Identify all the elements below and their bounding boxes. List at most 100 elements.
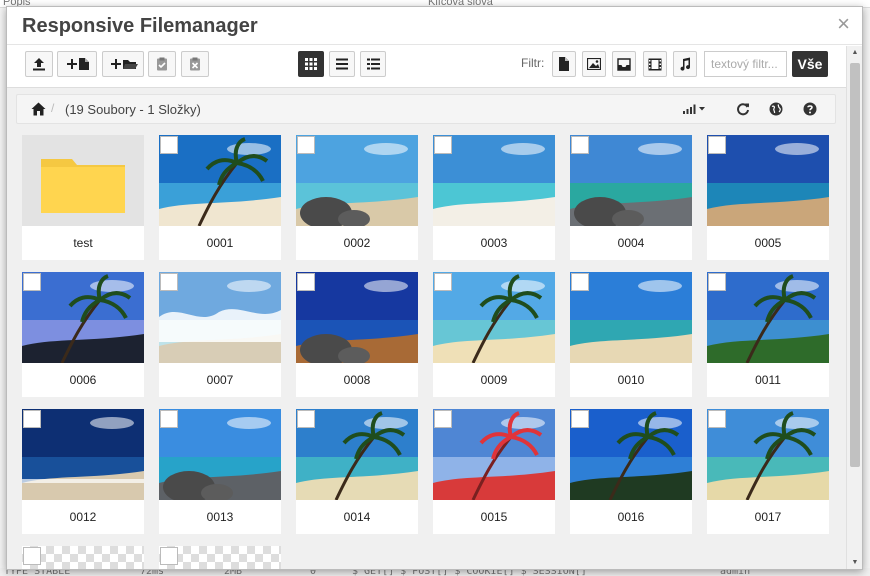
image-icon [587,58,601,70]
columns-view-button[interactable] [360,51,386,77]
select-checkbox[interactable] [160,547,178,565]
file-name: 0006 [69,373,97,387]
sort-icon[interactable] [683,103,707,115]
filter-files-button[interactable] [552,51,576,77]
new-folder-button[interactable] [102,51,144,77]
image-file-item[interactable]: 0014 [296,409,418,534]
folder-item[interactable]: test [22,135,144,260]
filter-images-button[interactable] [582,51,606,77]
select-checkbox[interactable] [23,547,41,565]
select-checkbox[interactable] [160,273,178,291]
image-file-item[interactable]: 0007 [159,272,281,397]
select-checkbox[interactable] [571,410,589,428]
select-checkbox[interactable] [297,410,315,428]
select-checkbox[interactable] [160,410,178,428]
image-file-item[interactable]: 0017 [707,409,829,534]
image-file-item[interactable]: 0012 [22,409,144,534]
archive-icon [617,57,631,71]
breadcrumb-separator: / [51,101,55,115]
select-checkbox[interactable] [708,273,726,291]
show-all-button[interactable]: Vše [792,51,828,77]
file-item-placeholder[interactable] [22,546,144,569]
modal-title: Responsive Filemanager [22,15,258,37]
select-checkbox[interactable] [23,410,41,428]
upload-button[interactable] [25,51,53,77]
image-file-item[interactable]: 0008 [296,272,418,397]
image-file-item[interactable]: 0011 [707,272,829,397]
video-icon [648,58,662,70]
grid-icon [305,58,317,70]
file-name: 0003 [480,236,508,250]
grid-view-button[interactable] [298,51,324,77]
file-item-placeholder[interactable] [159,546,281,569]
scrollbar[interactable]: ▲ ▼ [846,46,862,569]
select-checkbox[interactable] [434,273,452,291]
new-file-button[interactable] [57,51,97,77]
filemanager-modal: Responsive Filemanager × Filtr: textový … [6,6,863,570]
scrollbar-thumb[interactable] [850,63,860,467]
file-name: 0008 [343,373,371,387]
file-name: 0004 [617,236,645,250]
file-name: 0009 [480,373,508,387]
filter-videos-button[interactable] [643,51,667,77]
file-name: 0013 [206,510,234,524]
file-icon [559,57,569,71]
paste-button[interactable] [148,51,176,77]
select-checkbox[interactable] [297,136,315,154]
filter-label: Filtr: [521,56,545,70]
image-file-item[interactable]: 0001 [159,135,281,260]
select-checkbox[interactable] [708,410,726,428]
filter-music-button[interactable] [673,51,697,77]
filter-text-input[interactable] [704,51,787,77]
image-file-item[interactable]: 0013 [159,409,281,534]
columns-icon [366,58,380,70]
file-name: 0014 [343,510,371,524]
folder-icon [41,159,125,213]
image-file-item[interactable]: 0015 [433,409,555,534]
scroll-up-arrow-icon[interactable]: ▲ [847,46,862,60]
breadcrumb: / (19 Soubory - 1 Složky) [16,94,836,124]
filemanager-content: Filtr: Vše / (19 Soubory - 1 Složky) [7,46,847,569]
select-checkbox[interactable] [23,273,41,291]
file-name: 0017 [754,510,782,524]
select-checkbox[interactable] [434,410,452,428]
refresh-icon[interactable] [736,102,750,116]
list-view-button[interactable] [329,51,355,77]
close-button[interactable]: × [837,13,850,35]
file-name: 0005 [754,236,782,250]
file-name: test [73,236,93,250]
music-icon [680,57,691,71]
image-file-item[interactable]: 0002 [296,135,418,260]
list-icon [336,58,348,70]
select-checkbox[interactable] [434,136,452,154]
modal-header: Responsive Filemanager × [7,7,862,45]
image-file-item[interactable]: 0004 [570,135,692,260]
image-file-item[interactable]: 0016 [570,409,692,534]
home-icon[interactable] [31,102,46,116]
clipboard-x-icon [190,57,200,71]
image-file-item[interactable]: 0005 [707,135,829,260]
select-checkbox[interactable] [160,136,178,154]
select-checkbox[interactable] [571,273,589,291]
clear-clipboard-button[interactable] [181,51,209,77]
help-icon[interactable] [803,102,817,116]
select-checkbox[interactable] [297,273,315,291]
image-file-item[interactable]: 0009 [433,272,555,397]
select-checkbox[interactable] [708,136,726,154]
image-file-item[interactable]: 0003 [433,135,555,260]
filter-archives-button[interactable] [612,51,636,77]
scroll-down-arrow-icon[interactable]: ▼ [847,556,862,569]
file-name: 0007 [206,373,234,387]
image-file-item[interactable]: 0010 [570,272,692,397]
clipboard-check-icon [157,57,167,71]
folder-thumbnail [22,135,144,226]
folder-summary: (19 Soubory - 1 Složky) [65,102,201,117]
plus-folder-icon [111,59,138,69]
image-file-item[interactable]: 0006 [22,272,144,397]
file-name: 0011 [755,373,781,387]
file-name: 0016 [617,510,645,524]
file-name: 0015 [480,510,508,524]
plus-file-icon [67,58,89,70]
select-checkbox[interactable] [571,136,589,154]
globe-icon[interactable] [769,102,783,116]
